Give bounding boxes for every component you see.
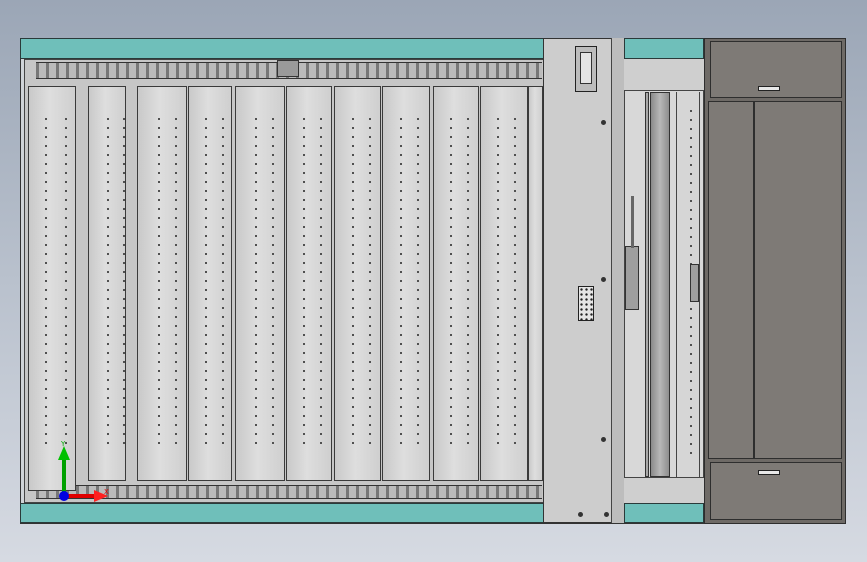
bottom-teal-rail: [20, 503, 544, 523]
perforation-row: [175, 118, 177, 448]
drawer-panel-1[interactable]: [28, 86, 76, 491]
top-teal-rail: [20, 38, 544, 59]
screw-icon: [601, 120, 606, 125]
vertical-column-dark: [650, 92, 670, 477]
drawer-panel-11[interactable]: [528, 86, 543, 481]
handle-icon[interactable]: [758, 470, 780, 475]
perforation-row: [497, 118, 499, 448]
sensor-block: [690, 264, 699, 302]
screw-icon: [601, 277, 606, 282]
y-axis-label: Y: [61, 440, 66, 448]
top-teal-rail-right: [624, 38, 704, 59]
perforation-row: [45, 118, 47, 448]
perforation-row: [450, 118, 452, 448]
rail-carriage: [277, 60, 299, 77]
right-door[interactable]: [754, 101, 842, 459]
screw-icon: [604, 512, 609, 517]
actuator-rod: [631, 196, 634, 248]
handle-icon[interactable]: [575, 46, 597, 92]
handle-recess: [580, 52, 592, 84]
perforation-row: [123, 118, 125, 448]
y-axis-head: [58, 446, 70, 460]
cad-viewport[interactable]: Y X: [0, 0, 867, 562]
drawer-panel-5[interactable]: [235, 86, 285, 481]
perforation-row: [320, 118, 322, 448]
drawer-panel-4[interactable]: [188, 86, 232, 481]
handle-icon[interactable]: [758, 86, 780, 91]
perforation-row: [158, 118, 160, 448]
side-bay-upper-beam: [624, 59, 704, 91]
perforation-row: [205, 118, 207, 448]
left-door[interactable]: [708, 101, 754, 459]
drawer-panel-7[interactable]: [334, 86, 381, 481]
actuator-block[interactable]: [625, 246, 639, 310]
perforation-row: [107, 118, 109, 448]
perforation-row: [352, 118, 354, 448]
drawer-panel-10[interactable]: [480, 86, 528, 481]
perforation-row: [65, 118, 67, 448]
perforation-row: [255, 118, 257, 448]
center-door-inner: [611, 38, 624, 523]
perforation-row: [400, 118, 402, 448]
perforation-row: [417, 118, 419, 448]
side-bay-lower-beam: [624, 477, 704, 503]
perforation-row: [467, 118, 469, 448]
drawer-panel-6[interactable]: [286, 86, 332, 481]
x-axis-label: X: [104, 488, 109, 496]
perforation-row: [222, 118, 224, 448]
drawer-panel-8[interactable]: [382, 86, 430, 481]
perforation-row: [514, 118, 516, 448]
z-axis-origin: [59, 491, 69, 501]
screw-icon: [578, 512, 583, 517]
perforation-row: [272, 118, 274, 448]
drawer-panel-3[interactable]: [137, 86, 187, 481]
perforation-row: [369, 118, 371, 448]
screw-icon: [601, 437, 606, 442]
drawer-panel-9[interactable]: [433, 86, 479, 481]
vertical-guide: [645, 92, 649, 477]
bottom-teal-rail-right: [624, 503, 704, 523]
perforation-row: [303, 118, 305, 448]
keypad-icon[interactable]: [578, 286, 594, 321]
